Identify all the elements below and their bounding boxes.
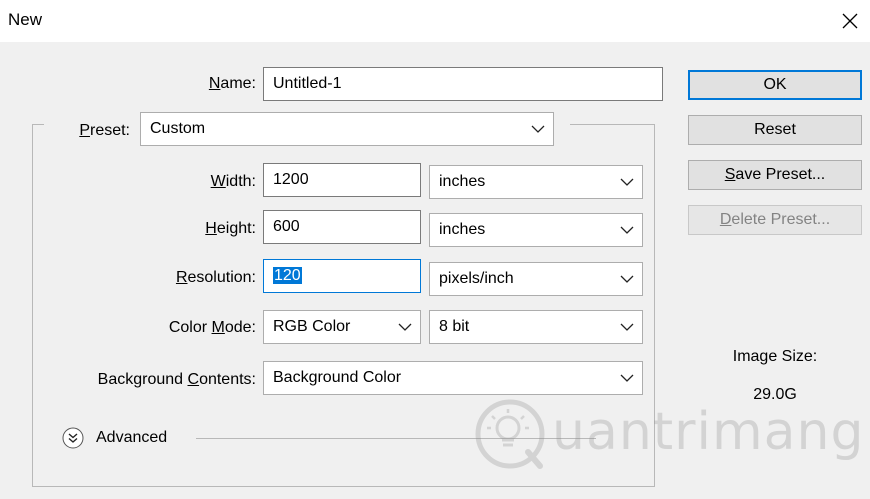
chevron-down-icon	[620, 275, 634, 283]
new-document-dialog: New Name: Untitled-1 Preset: Custom Widt…	[0, 0, 870, 499]
chevron-down-icon	[620, 323, 634, 331]
preset-group-frame-top-right	[570, 124, 654, 125]
resolution-selected-text: 120	[273, 267, 302, 284]
save-preset-button[interactable]: Save Preset...	[688, 160, 862, 190]
chevron-down-icon	[531, 125, 545, 133]
height-label: Height:	[205, 220, 256, 237]
preset-group-frame-top-left	[32, 124, 44, 125]
image-size-label: Image Size:	[732, 348, 818, 365]
width-input[interactable]: 1200	[263, 163, 421, 197]
watermark-text: uantrimang	[552, 402, 865, 462]
preset-label: Preset:	[79, 122, 130, 139]
background-contents-label: Background Contents:	[97, 371, 256, 388]
image-size-value: 29.0G	[753, 386, 797, 403]
height-unit-select[interactable]: inches	[429, 213, 643, 247]
delete-preset-button[interactable]: Delete Preset...	[688, 205, 862, 235]
resolution-input[interactable]: 120	[263, 259, 421, 293]
background-contents-select[interactable]: Background Color	[263, 361, 643, 395]
double-chevron-down-icon	[62, 427, 84, 449]
width-unit-select[interactable]: inches	[429, 165, 643, 199]
reset-button[interactable]: Reset	[688, 115, 862, 145]
ok-button[interactable]: OK	[688, 70, 862, 100]
preset-group-frame-bottom	[32, 486, 655, 487]
advanced-label: Advanced	[96, 429, 168, 446]
resolution-unit-select[interactable]: pixels/inch	[429, 262, 643, 296]
chevron-down-icon	[620, 178, 634, 186]
chevron-down-icon	[620, 226, 634, 234]
name-input[interactable]: Untitled-1	[263, 67, 663, 101]
close-icon	[842, 13, 858, 29]
preset-select[interactable]: Custom	[140, 112, 554, 146]
advanced-divider	[196, 438, 596, 439]
chevron-down-icon	[620, 374, 634, 382]
advanced-toggle[interactable]	[62, 427, 84, 449]
lightbulb-logo-icon	[475, 399, 545, 469]
width-label: Width:	[210, 173, 256, 190]
preset-group-frame-right	[654, 124, 655, 487]
color-mode-select[interactable]: RGB Color	[263, 310, 421, 344]
name-label: Name:	[208, 75, 256, 92]
height-input[interactable]: 600	[263, 210, 421, 244]
preset-group-frame-left	[32, 124, 33, 487]
window-title: New	[8, 10, 43, 29]
chevron-down-icon	[398, 323, 412, 331]
bit-depth-select[interactable]: 8 bit	[429, 310, 643, 344]
color-mode-label: Color Mode:	[168, 319, 256, 336]
title-bar: New	[0, 0, 870, 42]
resolution-label: Resolution:	[175, 269, 256, 286]
close-button[interactable]	[830, 0, 870, 42]
